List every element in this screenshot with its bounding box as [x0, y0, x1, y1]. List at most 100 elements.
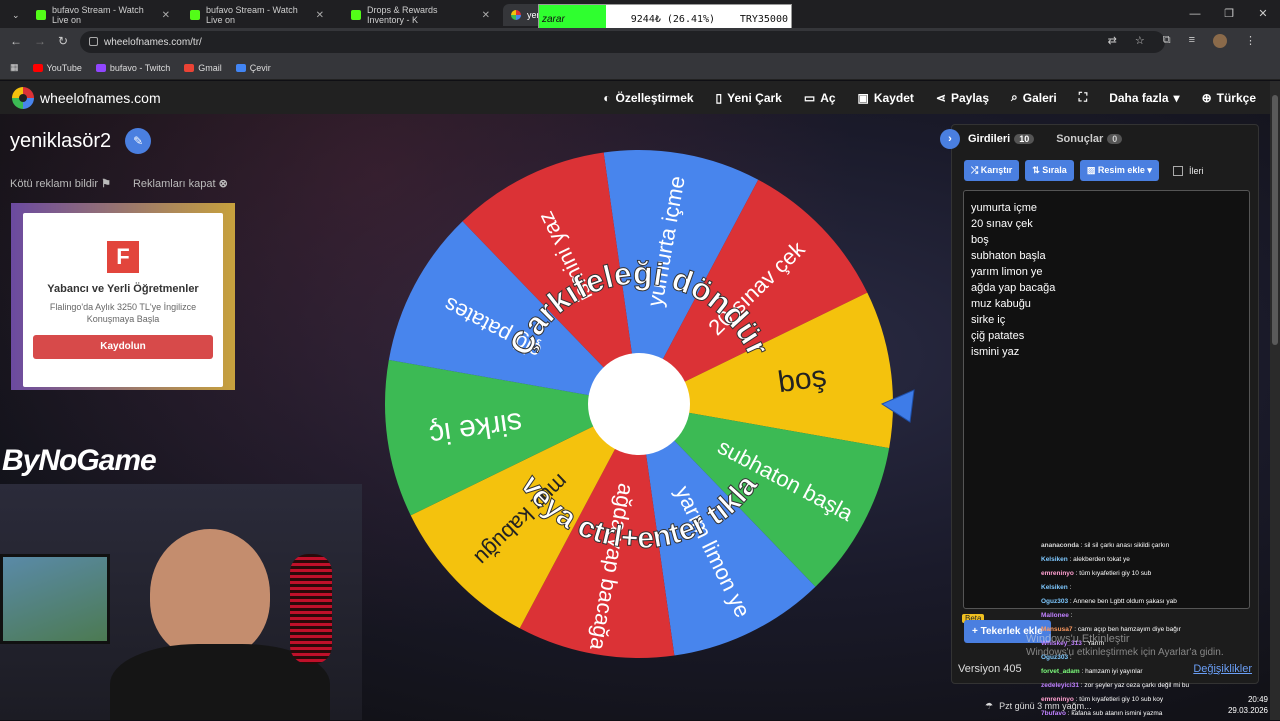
menu-share[interactable]: ⋖ Paylaş [936, 91, 989, 105]
close-tab-icon[interactable]: ✕ [162, 10, 170, 21]
chat-username: ananaconda [1041, 542, 1079, 549]
wheel-svg[interactable]: yumurta içme 20 sınav çekboşsubhaton başl… [383, 148, 895, 660]
advanced-checkbox[interactable] [1172, 165, 1183, 176]
browser-tab-4[interactable]: yen [503, 4, 543, 26]
apps-icon[interactable]: ▦ [10, 62, 19, 73]
weather-text[interactable]: Pzt günü 3 mm yağm... [999, 701, 1092, 711]
bookmark-translate[interactable]: Çevir [235, 63, 271, 73]
bookmark-gmail[interactable]: Gmail [184, 63, 222, 73]
site-logo[interactable]: wheelofnames.com [12, 86, 161, 109]
chat-text: : tüm kıyafetleri giy 10 sub [1075, 570, 1152, 577]
close-window-icon[interactable]: ✕ [1246, 0, 1280, 28]
report-ad-link[interactable]: Kötü reklamı bildir ⚑ [10, 177, 111, 190]
tab-title: bufavo Stream - Watch Live on [206, 5, 298, 25]
chat-message: emreninyo : tüm kıyafetleri giy 10 sub [1041, 567, 1251, 581]
bookmark-twitch[interactable]: bufavo - Twitch [95, 63, 170, 73]
folder-icon: ▭ [803, 90, 816, 105]
menu-new-wheel[interactable]: ▯ Yeni Çark [716, 91, 782, 105]
minimize-icon[interactable]: — [1178, 0, 1212, 28]
collapse-panel-icon[interactable]: › [940, 129, 960, 149]
ad-logo: F [107, 241, 139, 273]
fullscreen-icon[interactable]: ⛶ [1079, 90, 1087, 105]
translate-icon[interactable]: ⇄ [1108, 34, 1117, 48]
kick-icon [36, 10, 46, 20]
close-ads-link[interactable]: Reklamları kapat ⊗ [133, 177, 228, 190]
webcam-feed [0, 484, 362, 720]
close-tab-icon[interactable]: ✕ [316, 10, 324, 21]
tab-entries[interactable]: Girdileri 10 [968, 133, 1035, 145]
ad-banner[interactable]: F Yabancı ve Yerli Öğretmenler Flalingo'… [11, 203, 235, 390]
entry-line: sirke iç [971, 314, 1006, 326]
chat-message: forvet_adam : hamzam iyi yayınlar [1041, 665, 1251, 679]
wheel-hub[interactable] [588, 353, 690, 455]
tab-results[interactable]: Sonuçlar 0 [1056, 133, 1123, 145]
url-input[interactable]: wheelofnames.com/tr/ [80, 31, 1165, 53]
scrollbar-thumb[interactable] [1272, 95, 1278, 345]
entries-toolbar: ⤮ Karıştır ⇅ Sırala ▨ Resim ekle ▾ İleri [964, 160, 1203, 181]
extensions-icon[interactable]: ⧉ [1163, 34, 1171, 48]
browser-tab-1[interactable]: bufavo Stream - Watch Live on ✕ [28, 4, 178, 26]
menu-more[interactable]: Daha fazla ▾ [1109, 91, 1179, 105]
entry-line: yarım limon ye [971, 266, 1043, 278]
shuffle-icon: ⤮ [971, 165, 979, 175]
menu-customize[interactable]: ◐ Özelleştirmek [603, 91, 693, 105]
chat-text: : sil sil çarkı anası sikildi çarkın [1080, 542, 1170, 549]
activation-title: Windows'u Etkinleştir [1026, 633, 1130, 645]
entries-count-badge: 10 [1014, 134, 1035, 144]
chat-username: zedeleyici31 [1041, 682, 1079, 689]
spin-wheel[interactable]: yumurta içme 20 sınav çek boş subhaton başl… [383, 148, 895, 660]
more-menu-icon[interactable]: ⋮ [1245, 34, 1256, 48]
browser-tab-3[interactable]: Drops & Rewards Inventory - K ✕ [343, 4, 498, 26]
activation-subtitle: Windows'u etkinleştirmek için Ayarlar'a … [1026, 647, 1224, 658]
entry-line: boş [971, 234, 989, 246]
site-info-icon[interactable] [89, 37, 98, 46]
clock-date: 29.03.2026 [1227, 706, 1268, 715]
chat-text: : [1070, 612, 1073, 619]
close-circle-icon: ⊗ [218, 178, 228, 190]
shuffle-button[interactable]: ⤮ Karıştır [964, 160, 1020, 181]
edit-title-button[interactable]: ✎ [125, 128, 152, 154]
chat-text: : Annene ben Lgbtt oldum şakası yab [1069, 598, 1177, 605]
ad-links: Kötü reklamı bildir ⚑ Reklamları kapat ⊗ [10, 177, 228, 190]
ad-cta-button[interactable]: Kaydolun [33, 335, 213, 359]
taskbar-clock[interactable]: 20:49 29.03.2026 [1228, 694, 1268, 716]
panel-tabs: › Girdileri 10 Sonuçlar 0 [940, 129, 1123, 149]
wheel-segment-label: boş [776, 360, 828, 399]
bookmark-youtube[interactable]: YouTube [32, 63, 82, 73]
back-icon[interactable]: ← [10, 34, 22, 48]
search-icon: ⌕ [1011, 90, 1018, 104]
pencil-icon: ✎ [133, 134, 144, 148]
tab-title: bufavo Stream - Watch Live on [52, 5, 144, 25]
globe-icon: ⊕ [1201, 90, 1212, 105]
browser-tab-2[interactable]: bufavo Stream - Watch Live on ✕ [182, 4, 332, 26]
media-icon[interactable]: ≡ [1189, 34, 1195, 48]
profile-avatar[interactable] [1213, 34, 1227, 48]
tab-search-button[interactable]: ⌄ [4, 4, 24, 26]
site-header: wheelofnames.com ◐ Özelleştirmek ▯ Yeni Ça… [0, 81, 1270, 114]
ad-card: F Yabancı ve Yerli Öğretmenler Flalingo'… [23, 213, 223, 387]
menu-language[interactable]: ⊕ Türkçe [1202, 91, 1256, 105]
sort-button[interactable]: ⇅ Sırala [1025, 160, 1074, 181]
menu-gallery[interactable]: ⌕ Galeri [1011, 90, 1057, 105]
weather-icon[interactable]: ☂ [985, 701, 993, 712]
twitch-icon [95, 63, 106, 72]
bookmarks-bar: ▦ YouTube bufavo - Twitch Gmail Çevir [0, 56, 1280, 80]
windows-activation-watermark: Windows'u Etkinleştir Windows'u etkinleş… [1026, 632, 1224, 660]
wheel-title: yeniklasör2 [10, 129, 112, 152]
reload-icon[interactable]: ↻ [58, 34, 68, 48]
bookmark-star-icon[interactable]: ☆ [1135, 34, 1145, 48]
menu-open[interactable]: ▭ Aç [804, 91, 836, 105]
restore-icon[interactable]: ❐ [1212, 0, 1246, 28]
site-menu: ◐ Özelleştirmek ▯ Yeni Çark ▭ Aç ▣ Kaydet ⋖ P… [603, 81, 1256, 114]
page-scrollbar[interactable] [1270, 81, 1280, 720]
chat-username: Kelsiken [1041, 584, 1068, 591]
menu-save[interactable]: ▣ Kaydet [858, 91, 914, 105]
close-tab-icon[interactable]: ✕ [482, 10, 490, 21]
chat-username: forvet_adam [1041, 668, 1080, 675]
forward-icon[interactable]: → [34, 34, 46, 48]
file-icon: ▯ [715, 90, 723, 105]
youtube-icon [32, 63, 43, 72]
advanced-label: İleri [1188, 165, 1204, 176]
url-text: wheelofnames.com/tr/ [104, 36, 202, 48]
add-image-button[interactable]: ▨ Resim ekle ▾ [1079, 160, 1159, 181]
